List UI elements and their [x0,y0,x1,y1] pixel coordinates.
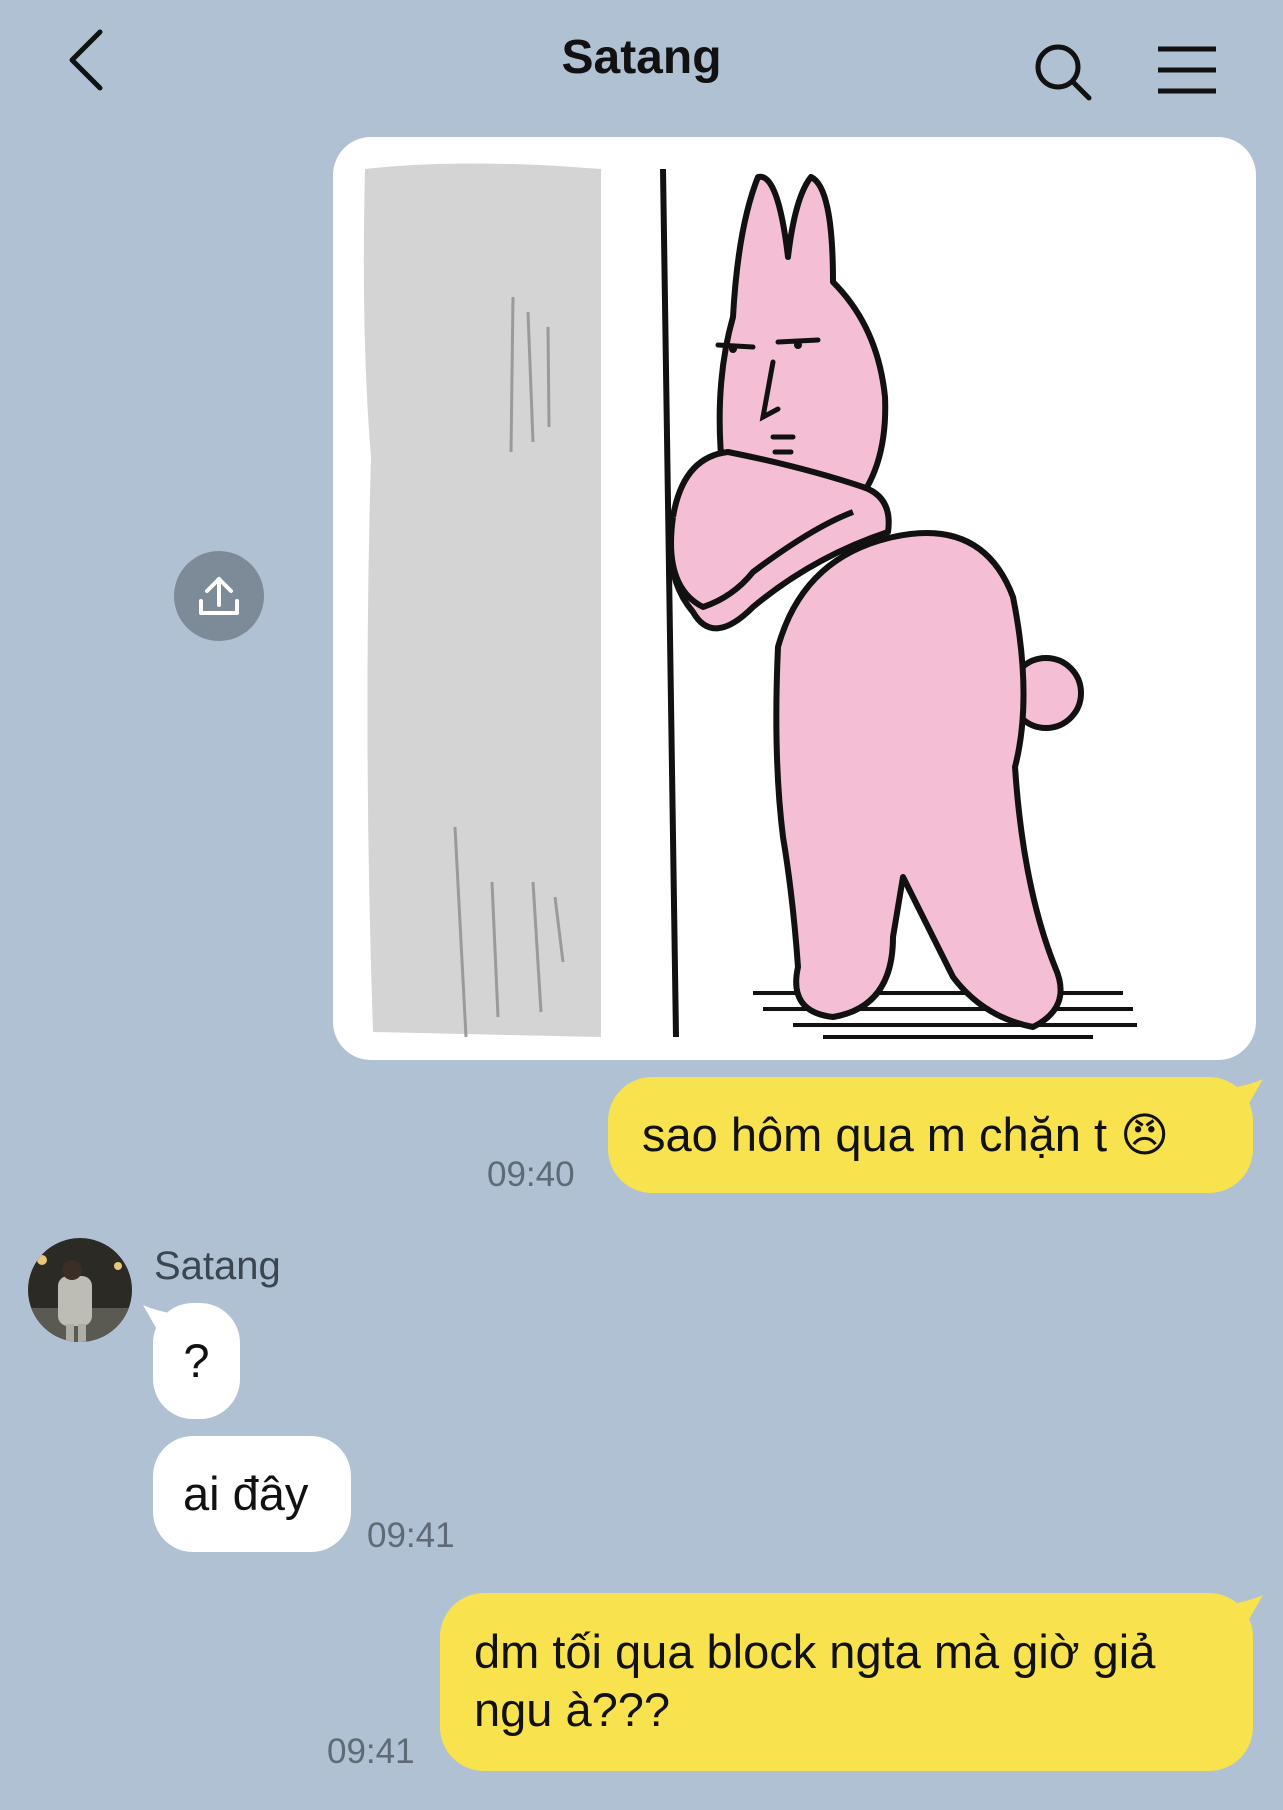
search-button[interactable] [1033,42,1095,104]
message-text: ? [183,1334,210,1387]
my-message-bubble[interactable]: sao hôm qua m chặn t 😠 [608,1077,1263,1193]
message-text: ai đây [183,1467,309,1520]
bubble-tail [1237,1595,1263,1623]
avatar-photo [28,1238,132,1342]
message-text: sao hôm qua m chặn t 😠 [642,1108,1170,1161]
message-timestamp: 09:40 [487,1155,575,1194]
my-message-bubble[interactable]: dm tối qua block ngta mà giờ giả ngu à??… [440,1593,1263,1771]
share-button[interactable] [174,551,264,641]
avatar[interactable] [28,1238,132,1342]
message-timestamp: 09:41 [367,1516,455,1555]
message-timestamp: 09:41 [327,1732,415,1771]
their-message-bubble[interactable]: ai đây [153,1436,351,1552]
sender-name: Satang [154,1244,281,1288]
bubble-tail [1237,1079,1263,1107]
share-icon [199,577,239,615]
pink-rabbit-sticker [363,163,1137,1039]
message-text: dm tối qua block ngta mà giờ giả ngu à??… [474,1625,1156,1736]
search-icon [1035,44,1092,101]
bubble-tail [143,1305,169,1333]
sticker-message[interactable] [333,137,1256,1060]
menu-button[interactable] [1156,45,1218,95]
their-message-bubble[interactable]: ? [143,1303,240,1419]
hamburger-menu-icon [1158,46,1216,94]
